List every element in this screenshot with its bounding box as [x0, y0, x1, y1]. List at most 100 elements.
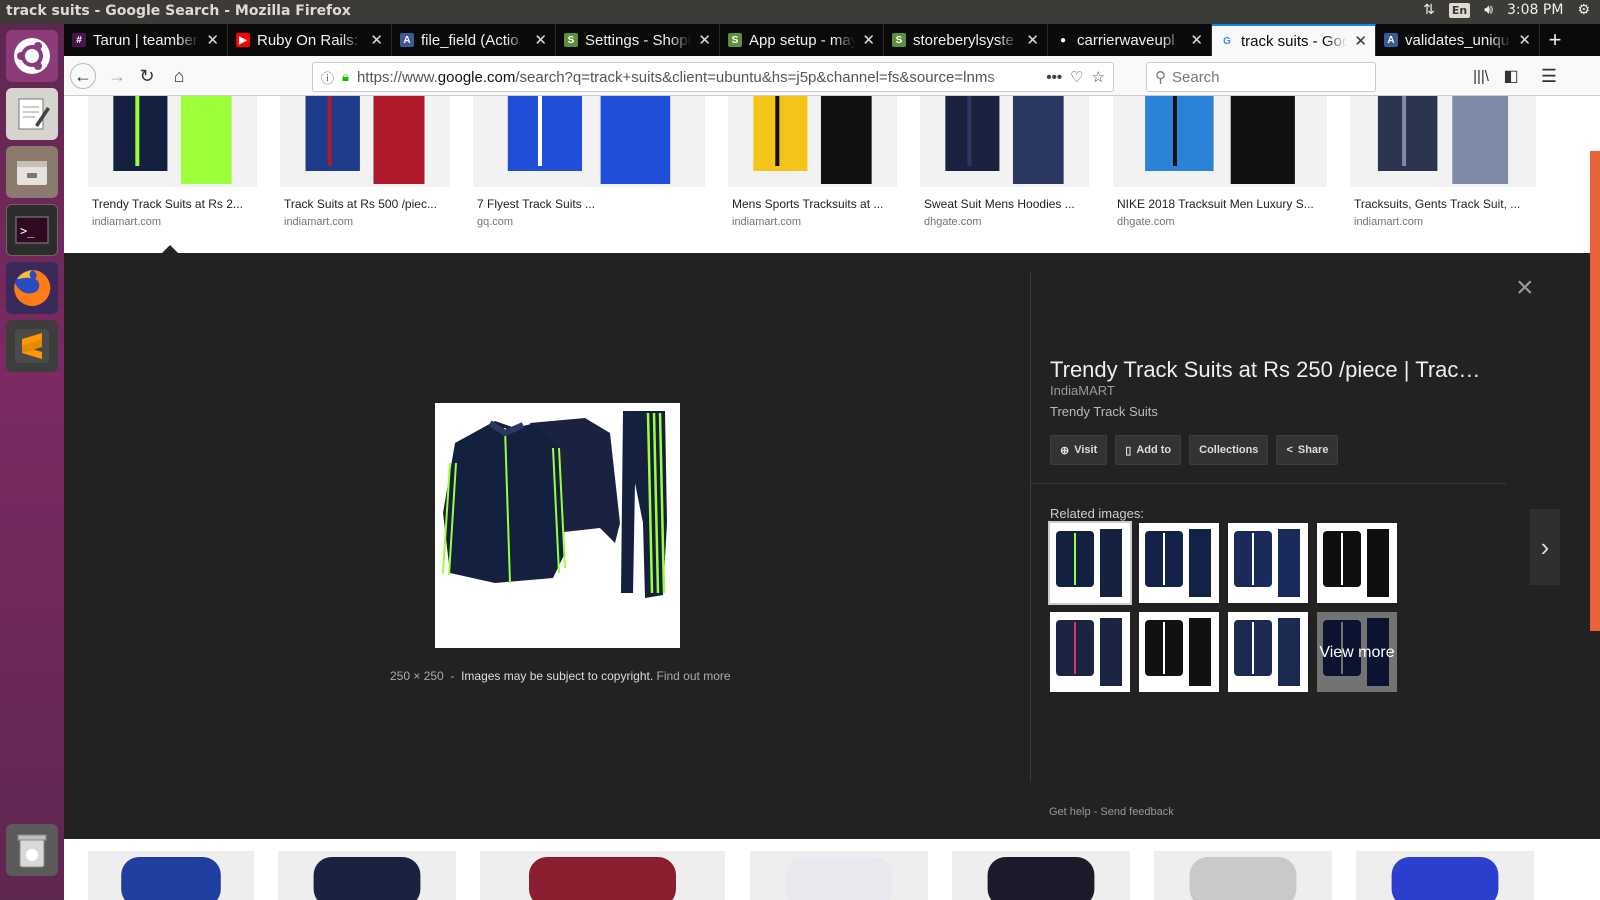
bookmark-star-icon[interactable]: ☆ — [1092, 68, 1105, 86]
sublime-text-icon[interactable] — [6, 320, 58, 372]
image-result-thumbnail[interactable] — [952, 851, 1130, 900]
browser-tab[interactable]: Sstoreberylsyste ✕ — [884, 24, 1048, 56]
result-thumbnail[interactable] — [280, 96, 450, 187]
reload-icon: ↻ — [139, 65, 155, 86]
file-manager-icon[interactable] — [6, 146, 58, 198]
close-tab-icon[interactable]: ✕ — [370, 31, 383, 49]
power-gear-icon[interactable]: ⚙ — [1577, 2, 1590, 18]
volume-icon[interactable]: 🔊︎ — [1484, 2, 1493, 18]
clock[interactable]: 3:08 PM — [1507, 2, 1563, 18]
result-thumbnail[interactable] — [473, 96, 705, 187]
close-tab-icon[interactable]: ✕ — [698, 31, 711, 49]
related-image[interactable] — [1317, 523, 1397, 603]
close-tab-icon[interactable]: ✕ — [1026, 31, 1039, 49]
related-image[interactable] — [1139, 523, 1219, 603]
related-image[interactable] — [1139, 612, 1219, 692]
result-thumbnail[interactable] — [88, 96, 257, 187]
browser-tab[interactable]: Gtrack suits - Goo ✕ — [1212, 24, 1376, 56]
menu-button[interactable]: ☰ — [1536, 64, 1562, 88]
preview-title[interactable]: Trendy Track Suits at Rs 250 /piece | Tr… — [1050, 357, 1490, 383]
network-icon[interactable]: ⇅ — [1423, 2, 1435, 18]
address-bar[interactable]: ⓘ 🔒︎ https://www.google.com/search?q=tra… — [312, 62, 1114, 92]
share-button[interactable]: < Share — [1276, 435, 1339, 465]
new-tab-button[interactable]: + — [1540, 24, 1570, 56]
find-out-more-link[interactable]: Find out more — [657, 669, 731, 683]
image-result[interactable]: NIKE 2018 Tracksuit Men Luxury S... dhgat… — [1113, 96, 1327, 228]
collections-button[interactable]: Collections — [1189, 435, 1269, 465]
firefox-icon[interactable] — [6, 262, 58, 314]
result-caption[interactable]: Sweat Suit Mens Hoodies ... — [920, 197, 1089, 211]
text-editor-icon[interactable] — [6, 88, 58, 140]
view-more-label[interactable]: View more — [1317, 612, 1397, 692]
result-thumbnail[interactable] — [728, 96, 897, 187]
image-result-thumbnail[interactable] — [278, 851, 456, 900]
browser-tab[interactable]: S Settings - Shopi ✕ — [556, 24, 720, 56]
close-tab-icon[interactable]: ✕ — [206, 31, 219, 49]
image-result-thumbnail[interactable] — [750, 851, 928, 900]
shopify-favicon-icon: S — [728, 33, 742, 47]
keyboard-layout-indicator[interactable]: En — [1448, 2, 1471, 18]
reload-button[interactable]: ↻ — [134, 64, 160, 88]
search-icon: ⚲ — [1155, 69, 1166, 86]
image-result-thumbnail[interactable] — [88, 851, 254, 900]
close-tab-icon[interactable]: ✕ — [534, 31, 547, 49]
visit-button[interactable]: ⊕ Visit — [1050, 435, 1108, 465]
image-result[interactable]: Tracksuits, Gents Track Suit, ... indiama… — [1350, 96, 1536, 228]
get-help-link[interactable]: Get help — [1049, 806, 1091, 818]
image-result-thumbnail[interactable] — [1356, 851, 1534, 900]
add-to-button[interactable]: ▯ Add to — [1115, 435, 1182, 465]
related-image[interactable] — [1228, 523, 1308, 603]
forward-button[interactable]: → — [104, 64, 130, 88]
info-icon[interactable]: ⓘ — [321, 68, 334, 87]
image-result[interactable]: Mens Sports Tracksuits at ... indiamart.c… — [728, 96, 897, 228]
result-caption[interactable]: Tracksuits, Gents Track Suit, ... — [1350, 197, 1536, 211]
page-scrollbar-thumb[interactable] — [1590, 151, 1600, 631]
browser-tab[interactable]: ● carrierwaveupl ✕ — [1048, 24, 1212, 56]
close-tab-icon[interactable]: ✕ — [1354, 32, 1367, 50]
image-result-thumbnail[interactable] — [480, 851, 725, 900]
image-info-line: 250 × 250 - Images may be subject to cop… — [390, 669, 731, 683]
related-image[interactable] — [1050, 612, 1130, 692]
close-tab-icon[interactable]: ✕ — [1190, 31, 1203, 49]
back-button[interactable]: ← — [70, 63, 96, 89]
browser-tab[interactable]: S App setup - may ✕ — [720, 24, 884, 56]
browser-tab[interactable]: Avalidates_uniqu ✕ — [1376, 24, 1540, 56]
image-result[interactable]: Trendy Track Suits at Rs 2... indiamart.c… — [88, 96, 257, 228]
browser-tab[interactable]: Afile_field (Actio ✕ — [392, 24, 556, 56]
home-button[interactable]: ⌂ — [166, 64, 192, 88]
close-tab-icon[interactable]: ✕ — [1518, 31, 1531, 49]
related-image[interactable]: View more — [1317, 612, 1397, 692]
result-caption[interactable]: 7 Flyest Track Suits ... — [473, 197, 705, 211]
related-image[interactable] — [1048, 521, 1132, 605]
send-feedback-link[interactable]: Send feedback — [1100, 806, 1173, 818]
close-preview-icon[interactable]: × — [1516, 271, 1534, 305]
search-input[interactable] — [1172, 68, 1352, 86]
trash-icon[interactable] — [6, 824, 58, 876]
search-bar[interactable]: ⚲ — [1146, 62, 1376, 92]
ubuntu-dash-icon[interactable] — [6, 30, 58, 82]
related-image[interactable] — [1228, 612, 1308, 692]
pocket-icon[interactable]: ♡ — [1070, 68, 1083, 86]
library-button[interactable]: |||\ — [1468, 64, 1494, 88]
url-text[interactable]: https://www.google.com/search?q=track+su… — [357, 69, 1038, 86]
image-result[interactable]: 7 Flyest Track Suits ... gq.com — [473, 96, 705, 228]
page-actions-icon[interactable]: ••• — [1046, 69, 1062, 86]
preview-image[interactable] — [435, 403, 680, 648]
close-tab-icon[interactable]: ✕ — [862, 31, 875, 49]
next-image-button[interactable]: › — [1530, 509, 1560, 585]
hamburger-menu-icon: ☰ — [1540, 65, 1558, 86]
result-caption[interactable]: Track Suits at Rs 500 /piec... — [280, 197, 450, 211]
image-result-thumbnail[interactable] — [1154, 851, 1332, 900]
sidebar-button[interactable]: ◧ — [1498, 64, 1524, 88]
result-thumbnail[interactable] — [1350, 96, 1536, 187]
image-result[interactable]: Track Suits at Rs 500 /piec... indiamart.… — [280, 96, 450, 228]
result-caption[interactable]: NIKE 2018 Tracksuit Men Luxury S... — [1113, 197, 1327, 211]
result-caption[interactable]: Mens Sports Tracksuits at ... — [728, 197, 897, 211]
result-thumbnail[interactable] — [1113, 96, 1327, 187]
result-caption[interactable]: Trendy Track Suits at Rs 2... — [88, 197, 257, 211]
image-result[interactable]: Sweat Suit Mens Hoodies ... dhgate.com — [920, 96, 1089, 228]
result-thumbnail[interactable] — [920, 96, 1089, 187]
terminal-icon[interactable]: >_ — [6, 204, 58, 256]
browser-tab[interactable]: # Tarun | teamber ✕ — [64, 24, 228, 56]
browser-tab[interactable]: ▶ Ruby On Rails: N ✕ — [228, 24, 392, 56]
